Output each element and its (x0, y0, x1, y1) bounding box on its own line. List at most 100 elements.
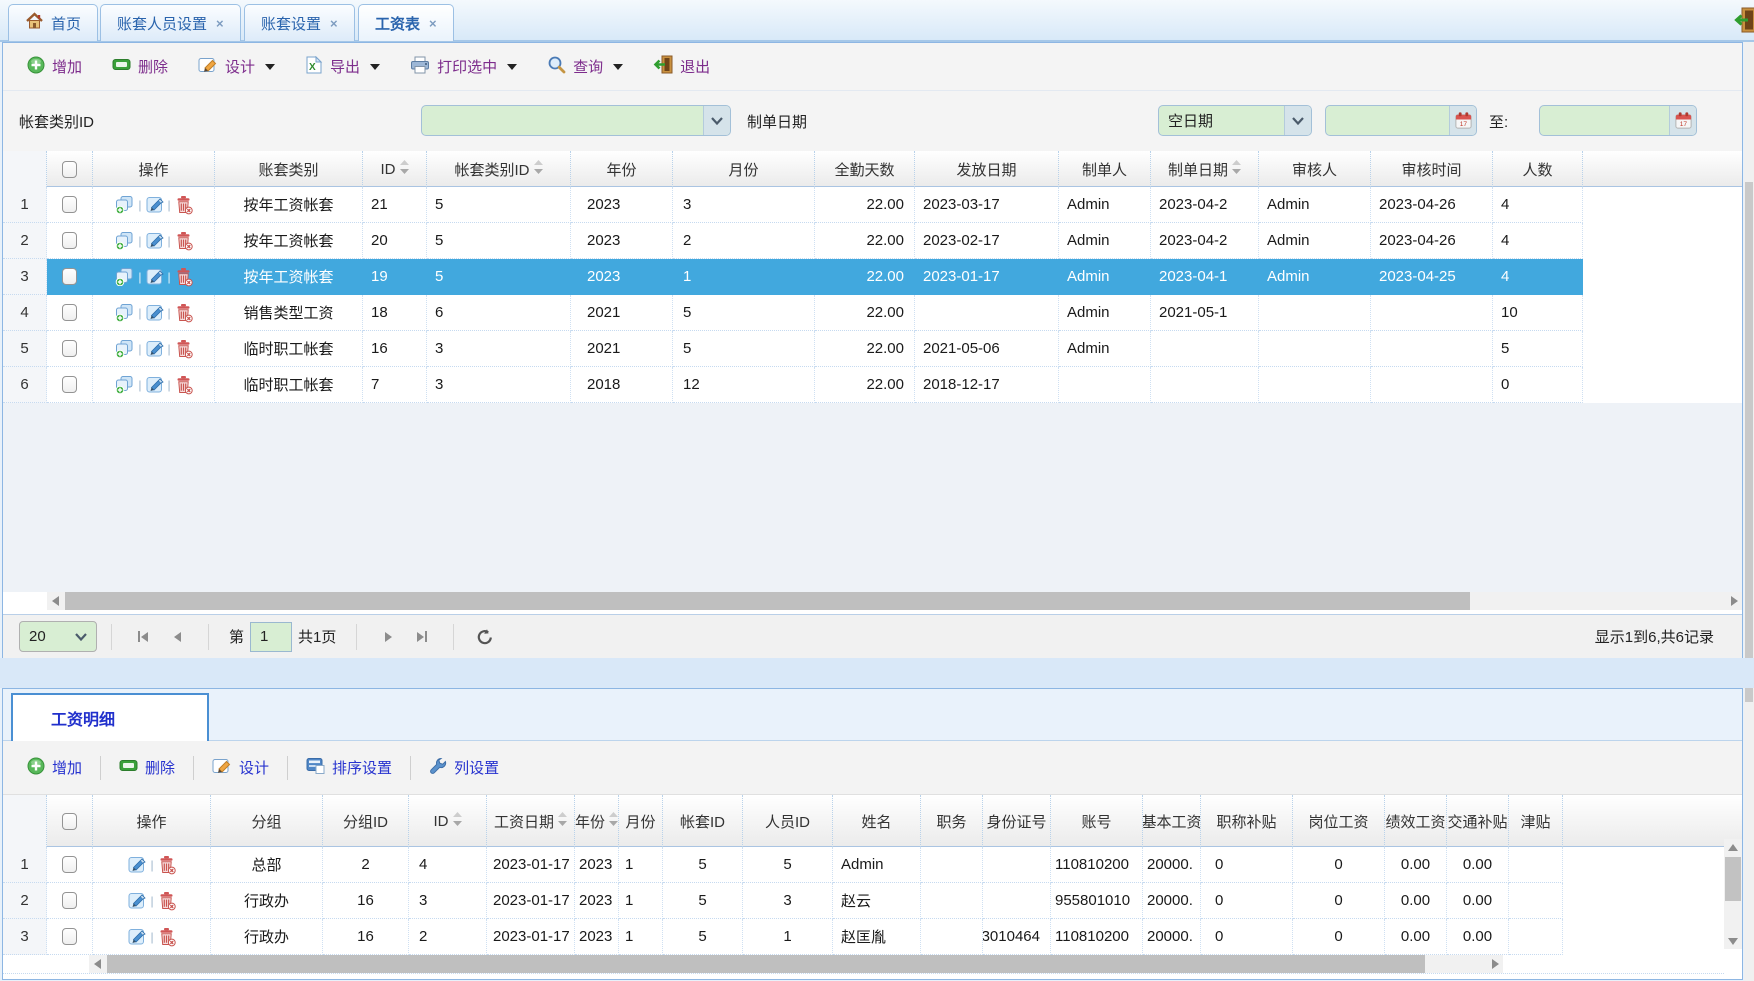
column-header[interactable]: 制单日期 (1151, 151, 1259, 187)
copy-row-icon[interactable] (114, 375, 135, 394)
column-header[interactable]: 年份 (575, 795, 619, 847)
tab-payroll[interactable]: 工资表 × (358, 4, 454, 41)
detail-horizontal-scrollbar[interactable] (89, 955, 1503, 973)
table-row[interactable]: 1|总部242023-01-172023155Admin110810200200… (3, 847, 1742, 883)
delete-row-icon[interactable] (174, 339, 193, 359)
edit-row-icon[interactable] (145, 303, 165, 322)
last-page-button[interactable] (405, 622, 439, 652)
edit-row-icon[interactable] (145, 231, 165, 250)
page-number-input[interactable]: 1 (250, 622, 292, 652)
prev-page-button[interactable] (160, 622, 194, 652)
edit-row-icon[interactable] (145, 375, 165, 394)
row-checkbox[interactable] (62, 928, 77, 945)
delete-row-icon[interactable] (174, 267, 193, 287)
delete-row-icon[interactable] (174, 375, 193, 395)
edit-row-icon[interactable] (127, 855, 147, 874)
date-from-input[interactable]: 17 (1325, 105, 1477, 136)
scroll-left-arrow[interactable] (89, 955, 105, 973)
table-row[interactable]: 1||按年工资帐套2152023322.002023-03-17Admin202… (3, 187, 1742, 223)
close-icon[interactable]: × (429, 16, 437, 31)
export-button[interactable]: X 导出 (305, 56, 380, 78)
copy-row-icon[interactable] (114, 231, 135, 250)
row-number: 1 (3, 187, 47, 223)
scroll-left-arrow[interactable] (47, 592, 63, 610)
scrollbar-thumb[interactable] (1725, 857, 1741, 901)
delete-row-icon[interactable] (174, 195, 193, 215)
scroll-right-arrow[interactable] (1726, 592, 1742, 610)
tab-home[interactable]: 首页 (8, 4, 98, 41)
table-row[interactable]: 2|行政办1632023-01-172023153赵云9558010102000… (3, 883, 1742, 919)
table-row[interactable]: 2||按年工资帐套2052023222.002023-02-17Admin202… (3, 223, 1742, 259)
scroll-up-arrow[interactable] (1724, 839, 1742, 855)
print-selected-button[interactable]: 打印选中 (410, 56, 517, 78)
row-checkbox[interactable] (62, 232, 77, 249)
tab-account-settings[interactable]: 账套设置 × (244, 4, 355, 41)
detail-delete-button[interactable]: 删除 (101, 757, 193, 778)
column-settings-button[interactable]: 列设置 (411, 757, 517, 779)
delete-row-icon[interactable] (157, 855, 176, 875)
column-header[interactable]: 工资日期 (487, 795, 575, 847)
horizontal-scrollbar[interactable] (47, 592, 1742, 610)
delete-row-icon[interactable] (157, 891, 176, 911)
add-button[interactable]: 增加 (27, 56, 82, 78)
scrollbar-thumb[interactable] (1745, 182, 1753, 702)
delete-row-icon[interactable] (174, 303, 193, 323)
column-header[interactable]: ID (409, 795, 487, 847)
table-row[interactable]: 4||销售类型工资1862021522.00Admin2021-05-110 (3, 295, 1742, 331)
sort-settings-button[interactable]: 排序设置 (288, 757, 410, 779)
column-header[interactable]: 帐套类别ID (427, 151, 571, 187)
edit-row-icon[interactable] (127, 891, 147, 910)
table-row[interactable]: 6||临时职工帐套7320181222.002018-12-170 (3, 367, 1742, 403)
row-checkbox[interactable] (62, 196, 77, 213)
tab-account-person-settings[interactable]: 账套人员设置 × (100, 4, 241, 41)
scroll-right-arrow[interactable] (1487, 955, 1503, 973)
table-row[interactable]: 3|行政办1622023-01-172023151赵匡胤230104641108… (3, 919, 1742, 955)
copy-row-icon[interactable] (114, 339, 135, 358)
row-checkbox[interactable] (62, 268, 77, 285)
next-page-button[interactable] (371, 622, 405, 652)
detail-vertical-scrollbar[interactable] (1724, 839, 1742, 949)
calendar-icon[interactable]: 17 (1449, 106, 1476, 135)
delete-row-icon[interactable] (174, 231, 193, 251)
query-button[interactable]: 查询 (547, 55, 623, 78)
edit-row-icon[interactable] (145, 339, 165, 358)
date-mode-select[interactable]: 空日期 (1158, 105, 1312, 136)
row-checkbox[interactable] (62, 892, 77, 909)
copy-row-icon[interactable] (114, 267, 135, 286)
delete-row-icon[interactable] (157, 927, 176, 947)
exit-button[interactable]: 退出 (653, 55, 710, 78)
scrollbar-thumb[interactable] (65, 592, 1470, 610)
date-to-input[interactable]: 17 (1539, 105, 1697, 136)
tab-salary-detail[interactable]: 工资明细 (11, 693, 209, 741)
close-icon[interactable]: × (330, 16, 338, 31)
table-row[interactable]: 5||临时职工帐套1632021522.002021-05-06Admin5 (3, 331, 1742, 367)
exit-door-icon[interactable] (1734, 6, 1754, 36)
calendar-icon[interactable]: 17 (1669, 106, 1696, 135)
page-scrollbar[interactable] (1744, 42, 1754, 981)
edit-row-icon[interactable] (127, 927, 147, 946)
edit-row-icon[interactable] (145, 267, 165, 286)
copy-row-icon[interactable] (114, 195, 135, 214)
select-all-checkbox[interactable] (62, 161, 77, 178)
row-checkbox[interactable] (62, 304, 77, 321)
scrollbar-thumb[interactable] (107, 955, 1425, 973)
copy-row-icon[interactable] (114, 303, 135, 322)
row-checkbox[interactable] (62, 340, 77, 357)
edit-row-icon[interactable] (145, 195, 165, 214)
refresh-button[interactable] (468, 622, 502, 652)
table-row[interactable]: 3||按年工资帐套1952023122.002023-01-17Admin202… (3, 259, 1742, 295)
design-button[interactable]: 设计 (198, 56, 275, 78)
column-header[interactable]: ID (363, 151, 427, 187)
close-icon[interactable]: × (216, 16, 224, 31)
tab-label: 账套人员设置 (117, 13, 207, 34)
first-page-button[interactable] (126, 622, 160, 652)
select-all-checkbox[interactable] (62, 813, 77, 830)
row-checkbox[interactable] (62, 856, 77, 873)
scroll-down-arrow[interactable] (1724, 933, 1742, 949)
detail-add-button[interactable]: 增加 (23, 757, 100, 779)
account-type-select[interactable] (421, 105, 731, 136)
page-size-select[interactable]: 20 (19, 621, 97, 652)
delete-button[interactable]: 删除 (112, 56, 168, 77)
row-checkbox[interactable] (62, 376, 77, 393)
detail-design-button[interactable]: 设计 (194, 757, 287, 779)
